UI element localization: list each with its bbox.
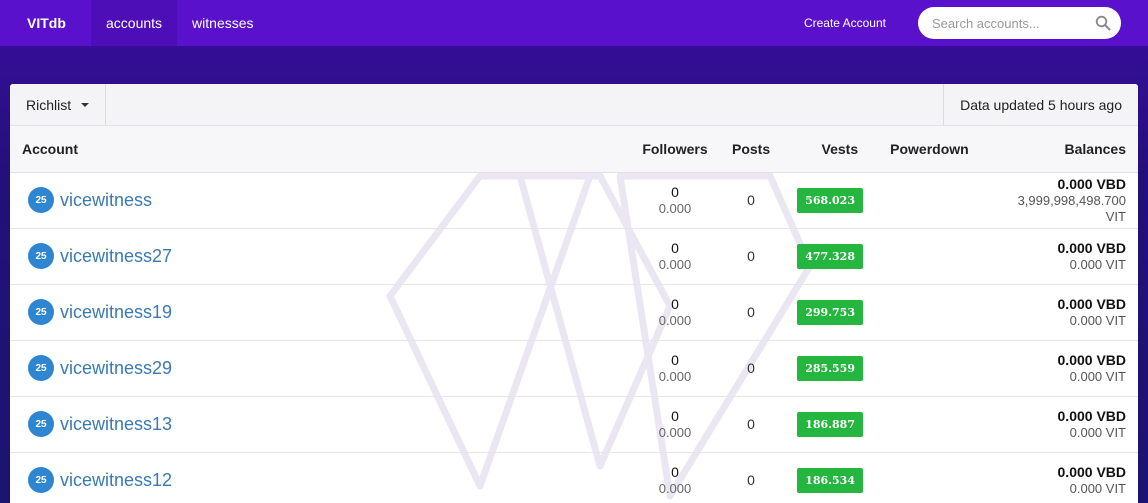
balance-vbd: 0.000 VBD bbox=[1057, 295, 1126, 312]
followers-sub: 0.000 bbox=[658, 200, 692, 216]
richlist-dropdown[interactable]: Richlist bbox=[10, 84, 107, 125]
search-input[interactable] bbox=[918, 7, 1121, 39]
followers-sub: 0.000 bbox=[658, 256, 692, 272]
posts-count: 0 bbox=[747, 416, 755, 432]
balance-vit: 0.000 VIT bbox=[1069, 424, 1126, 440]
table-header-row: Account Followers Posts Vests Powerdown … bbox=[10, 126, 1138, 173]
table-row: 25 vicewitness29 0 0.000 0 285.559 0.000… bbox=[10, 340, 1138, 397]
balance-vit: 0.000 VIT bbox=[1069, 312, 1126, 328]
table-row: 25 vicewitness12 0 0.000 0 186.534 0.000… bbox=[10, 452, 1138, 503]
powerdown-value bbox=[878, 452, 989, 503]
search-box bbox=[918, 7, 1121, 39]
followers-count: 0 bbox=[671, 407, 679, 424]
account-link[interactable]: vicewitness29 bbox=[60, 358, 172, 379]
nav-witnesses[interactable]: witnesses bbox=[177, 0, 268, 46]
powerdown-value bbox=[878, 172, 989, 229]
account-link[interactable]: vicewitness27 bbox=[60, 246, 172, 267]
powerdown-value bbox=[878, 284, 989, 341]
balance-vit: 0.000 VIT bbox=[1069, 368, 1126, 384]
balance-vbd: 0.000 VBD bbox=[1057, 239, 1126, 256]
header-vests[interactable]: Vests bbox=[782, 126, 879, 173]
header-balances[interactable]: Balances bbox=[988, 126, 1138, 173]
nav-accounts[interactable]: accounts bbox=[91, 0, 178, 46]
header-powerdown[interactable]: Powerdown bbox=[878, 126, 989, 173]
followers-count: 0 bbox=[671, 183, 679, 200]
table-row: 25 vicewitness27 0 0.000 0 477.328 0.000… bbox=[10, 228, 1138, 285]
reputation-badge: 25 bbox=[28, 187, 54, 213]
header-posts[interactable]: Posts bbox=[720, 126, 783, 173]
account-link[interactable]: vicewitness12 bbox=[60, 470, 172, 491]
brand-logo[interactable]: VITdb bbox=[0, 0, 91, 46]
account-link[interactable]: vicewitness bbox=[60, 190, 152, 211]
table-wrap: Account Followers Posts Vests Powerdown … bbox=[10, 126, 1138, 503]
caret-down-icon bbox=[81, 102, 90, 107]
reputation-badge: 25 bbox=[28, 355, 54, 381]
posts-count: 0 bbox=[747, 360, 755, 376]
vests-badge: 568.023 bbox=[797, 187, 863, 213]
balance-vbd: 0.000 VBD bbox=[1057, 351, 1126, 368]
table-row: 25 vicewitness 0 0.000 0 568.023 0.000 V… bbox=[10, 172, 1138, 229]
reputation-badge: 25 bbox=[28, 299, 54, 325]
posts-count: 0 bbox=[747, 472, 755, 488]
balance-vbd: 0.000 VBD bbox=[1057, 407, 1126, 424]
posts-count: 0 bbox=[747, 192, 755, 208]
posts-count: 0 bbox=[747, 304, 755, 320]
vests-badge: 477.328 bbox=[797, 243, 863, 269]
powerdown-value bbox=[878, 396, 989, 453]
balance-vbd: 0.000 VBD bbox=[1057, 175, 1126, 192]
search-icon[interactable] bbox=[1095, 15, 1111, 31]
account-link[interactable]: vicewitness13 bbox=[60, 414, 172, 435]
followers-sub: 0.000 bbox=[658, 368, 692, 384]
reputation-badge: 25 bbox=[28, 243, 54, 269]
dropdown-label: Richlist bbox=[26, 96, 72, 113]
vests-badge: 285.559 bbox=[797, 355, 863, 381]
card-header: Richlist Data updated 5 hours ago bbox=[10, 84, 1138, 126]
richlist-table: Account Followers Posts Vests Powerdown … bbox=[10, 126, 1138, 503]
posts-count: 0 bbox=[747, 248, 755, 264]
account-link[interactable]: vicewitness19 bbox=[60, 302, 172, 323]
header-account[interactable]: Account bbox=[10, 126, 630, 173]
followers-count: 0 bbox=[671, 239, 679, 256]
followers-count: 0 bbox=[671, 463, 679, 480]
table-row: 25 vicewitness13 0 0.000 0 186.887 0.000… bbox=[10, 396, 1138, 453]
balance-vit: 3,999,998,498.700 VIT bbox=[1017, 192, 1126, 224]
balance-vbd: 0.000 VBD bbox=[1057, 463, 1126, 480]
balance-vit: 0.000 VIT bbox=[1069, 480, 1126, 496]
header-followers[interactable]: Followers bbox=[630, 126, 720, 173]
powerdown-value bbox=[878, 228, 989, 285]
balance-vit: 0.000 VIT bbox=[1069, 256, 1126, 272]
vests-badge: 299.753 bbox=[797, 299, 863, 325]
followers-count: 0 bbox=[671, 351, 679, 368]
followers-sub: 0.000 bbox=[658, 424, 692, 440]
reputation-badge: 25 bbox=[28, 411, 54, 437]
data-updated-text: Data updated 5 hours ago bbox=[943, 84, 1138, 125]
reputation-badge: 25 bbox=[28, 467, 54, 493]
richlist-card: Richlist Data updated 5 hours ago Accoun… bbox=[10, 84, 1138, 503]
table-row: 25 vicewitness19 0 0.000 0 299.753 0.000… bbox=[10, 284, 1138, 341]
followers-count: 0 bbox=[671, 295, 679, 312]
followers-sub: 0.000 bbox=[658, 480, 692, 496]
vests-badge: 186.534 bbox=[797, 467, 863, 493]
navbar: VITdb accounts witnesses Create Account bbox=[0, 0, 1148, 46]
vests-badge: 186.887 bbox=[797, 411, 863, 437]
powerdown-value bbox=[878, 340, 989, 397]
create-account-link[interactable]: Create Account bbox=[804, 16, 886, 30]
followers-sub: 0.000 bbox=[658, 312, 692, 328]
